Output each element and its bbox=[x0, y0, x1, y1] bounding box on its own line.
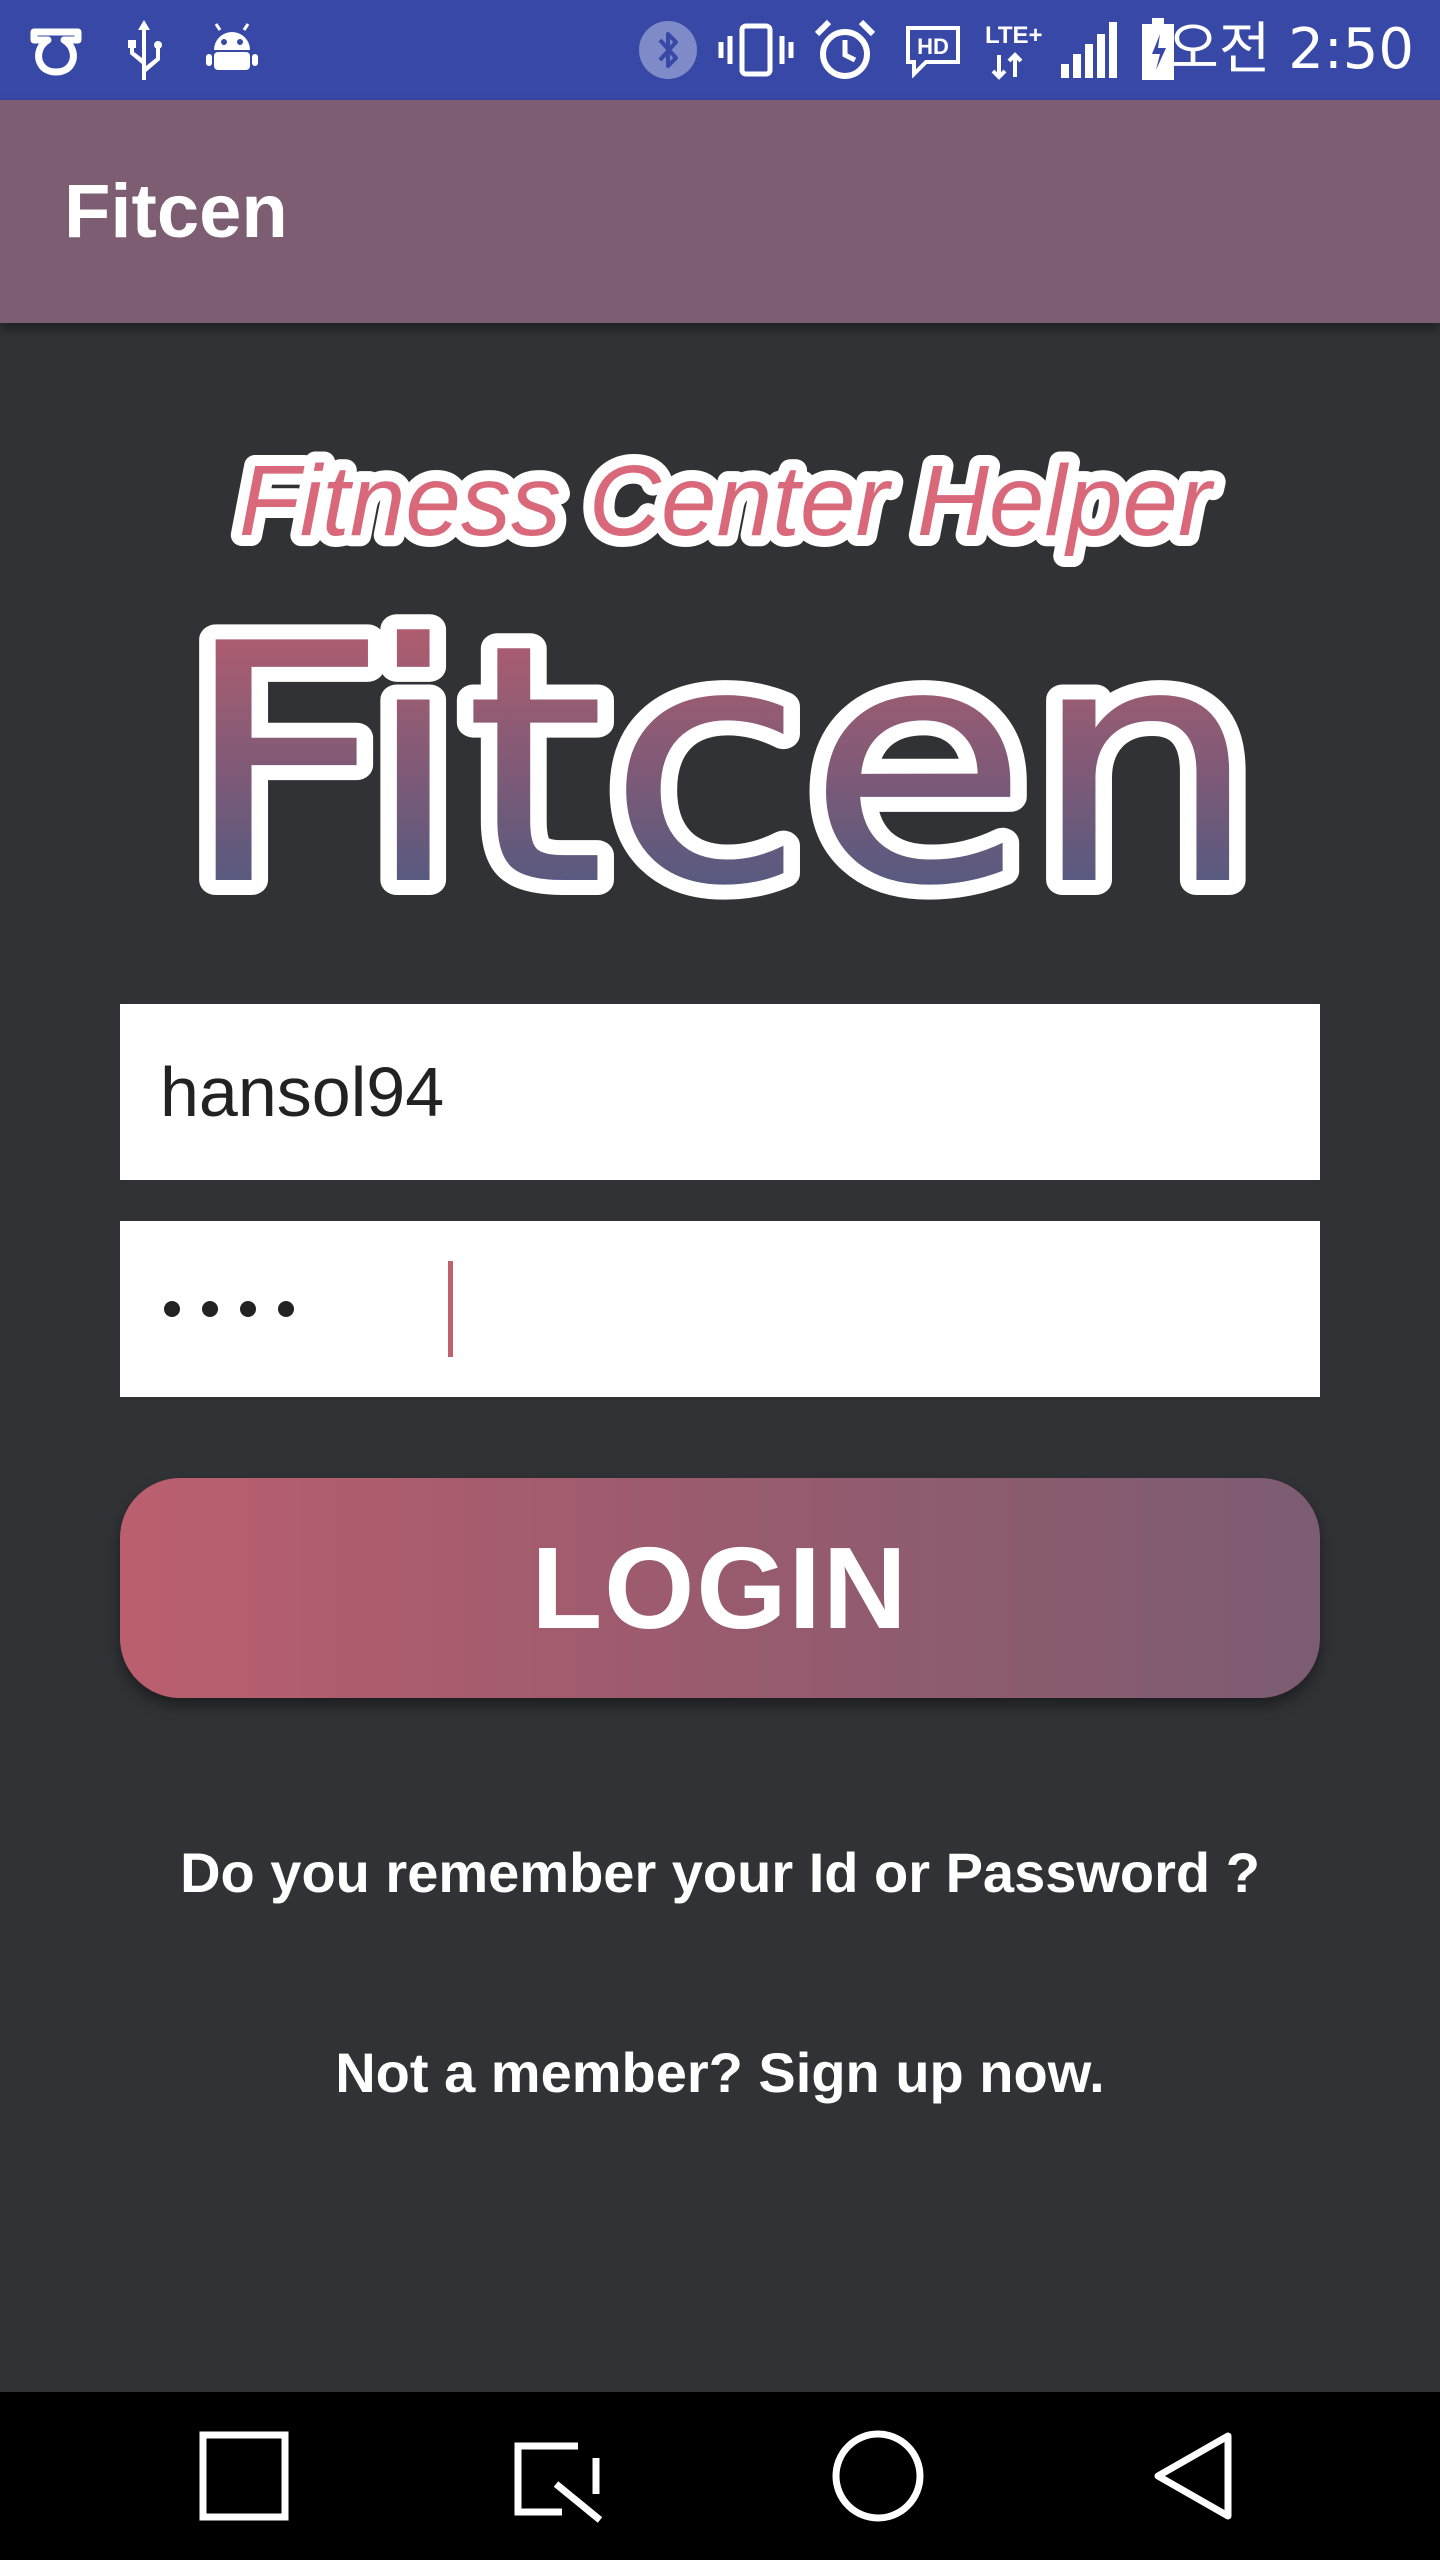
vibrate-icon bbox=[718, 0, 794, 100]
app-notification-icon bbox=[24, 0, 88, 100]
password-mask bbox=[164, 1221, 294, 1397]
forgot-credentials-link[interactable]: Do you remember your Id or Password ? bbox=[0, 1840, 1440, 1905]
app-bar: Fitcen bbox=[0, 100, 1440, 323]
app-title: Fitcen bbox=[64, 169, 288, 254]
hd-label: HD bbox=[917, 34, 949, 59]
screenshot-edit-icon[interactable] bbox=[480, 2392, 640, 2560]
password-dot bbox=[202, 1301, 218, 1317]
logo-tagline: Fitness Center Helper bbox=[239, 445, 1215, 557]
login-button[interactable]: LOGIN bbox=[120, 1478, 1320, 1698]
signup-link[interactable]: Not a member? Sign up now. bbox=[0, 2040, 1440, 2105]
logo-wordmark: Fitcen bbox=[180, 574, 1260, 910]
hd-voice-icon: HD bbox=[900, 0, 966, 100]
lte-label: LTE+ bbox=[985, 22, 1043, 49]
status-bar: HD LTE+ 오전 2:50 bbox=[0, 0, 1440, 100]
lte-icon: LTE+ bbox=[982, 0, 1054, 100]
navigation-bar bbox=[0, 2392, 1440, 2560]
home-icon[interactable] bbox=[798, 2392, 958, 2560]
password-field[interactable] bbox=[120, 1221, 1320, 1397]
username-field[interactable]: hansol94 bbox=[120, 1004, 1320, 1180]
login-label: LOGIN bbox=[531, 1523, 909, 1653]
alarm-icon bbox=[812, 0, 878, 100]
password-dot bbox=[164, 1301, 180, 1317]
usb-icon bbox=[118, 0, 170, 100]
android-debug-icon bbox=[202, 0, 262, 100]
password-dot bbox=[240, 1301, 256, 1317]
back-icon[interactable] bbox=[1116, 2392, 1276, 2560]
fitcen-logo: Fitness Center Helper Fitness Center Hel… bbox=[140, 434, 1310, 973]
password-dot bbox=[278, 1301, 294, 1317]
bluetooth-icon bbox=[636, 0, 700, 100]
square-icon[interactable] bbox=[164, 2392, 324, 2560]
username-value: hansol94 bbox=[160, 1053, 445, 1131]
status-time: 오전 2:50 bbox=[1167, 17, 1414, 82]
text-cursor bbox=[448, 1261, 453, 1357]
signal-icon bbox=[1058, 0, 1120, 100]
